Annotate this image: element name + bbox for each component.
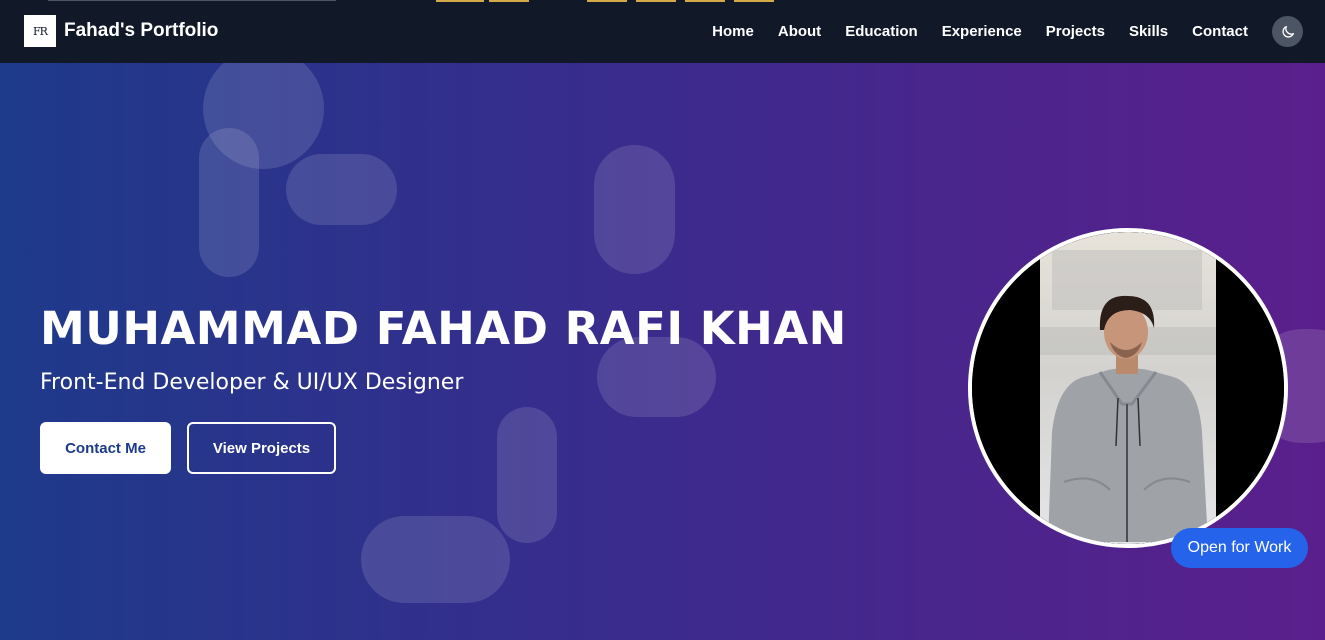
top-edge-mark (587, 0, 627, 2)
brand[interactable]: FR Fahad's Portfolio (24, 15, 218, 47)
hero-name: MUHAMMAD FAHAD RAFI KHAN (40, 302, 847, 355)
nav-item-contact[interactable]: Contact (1192, 23, 1248, 40)
decorative-shape (286, 154, 397, 225)
decorative-shape (497, 407, 557, 543)
nav-item-skills[interactable]: Skills (1129, 23, 1168, 40)
moon-icon (1281, 25, 1294, 38)
nav-item-home[interactable]: Home (712, 23, 754, 40)
nav-item-about[interactable]: About (778, 23, 821, 40)
nav-item-education[interactable]: Education (845, 23, 918, 40)
decorative-shape (199, 128, 259, 277)
profile-photo (968, 228, 1288, 548)
brand-logo: FR (24, 15, 56, 47)
top-edge-line (48, 0, 336, 1)
top-edge-mark (489, 0, 529, 2)
nav-item-experience[interactable]: Experience (942, 23, 1022, 40)
contact-me-button[interactable]: Contact Me (40, 422, 171, 474)
nav-item-projects[interactable]: Projects (1046, 23, 1105, 40)
theme-toggle-button[interactable] (1272, 16, 1303, 47)
top-edge-mark (436, 0, 484, 2)
view-projects-button[interactable]: View Projects (187, 422, 336, 474)
top-edge-mark (636, 0, 676, 2)
brand-title: Fahad's Portfolio (64, 20, 219, 41)
navbar: FR Fahad's Portfolio Home About Educatio… (0, 0, 1325, 63)
decorative-shape (594, 145, 675, 274)
main-nav: Home About Education Experience Projects… (712, 0, 1248, 63)
decorative-shape (361, 516, 510, 603)
profile-photo-illustration (972, 232, 1284, 544)
hero-section: MUHAMMAD FAHAD RAFI KHAN Front-End Devel… (0, 63, 1325, 640)
status-badge: Open for Work (1171, 528, 1308, 568)
hero-subtitle: Front-End Developer & UI/UX Designer (40, 370, 464, 395)
